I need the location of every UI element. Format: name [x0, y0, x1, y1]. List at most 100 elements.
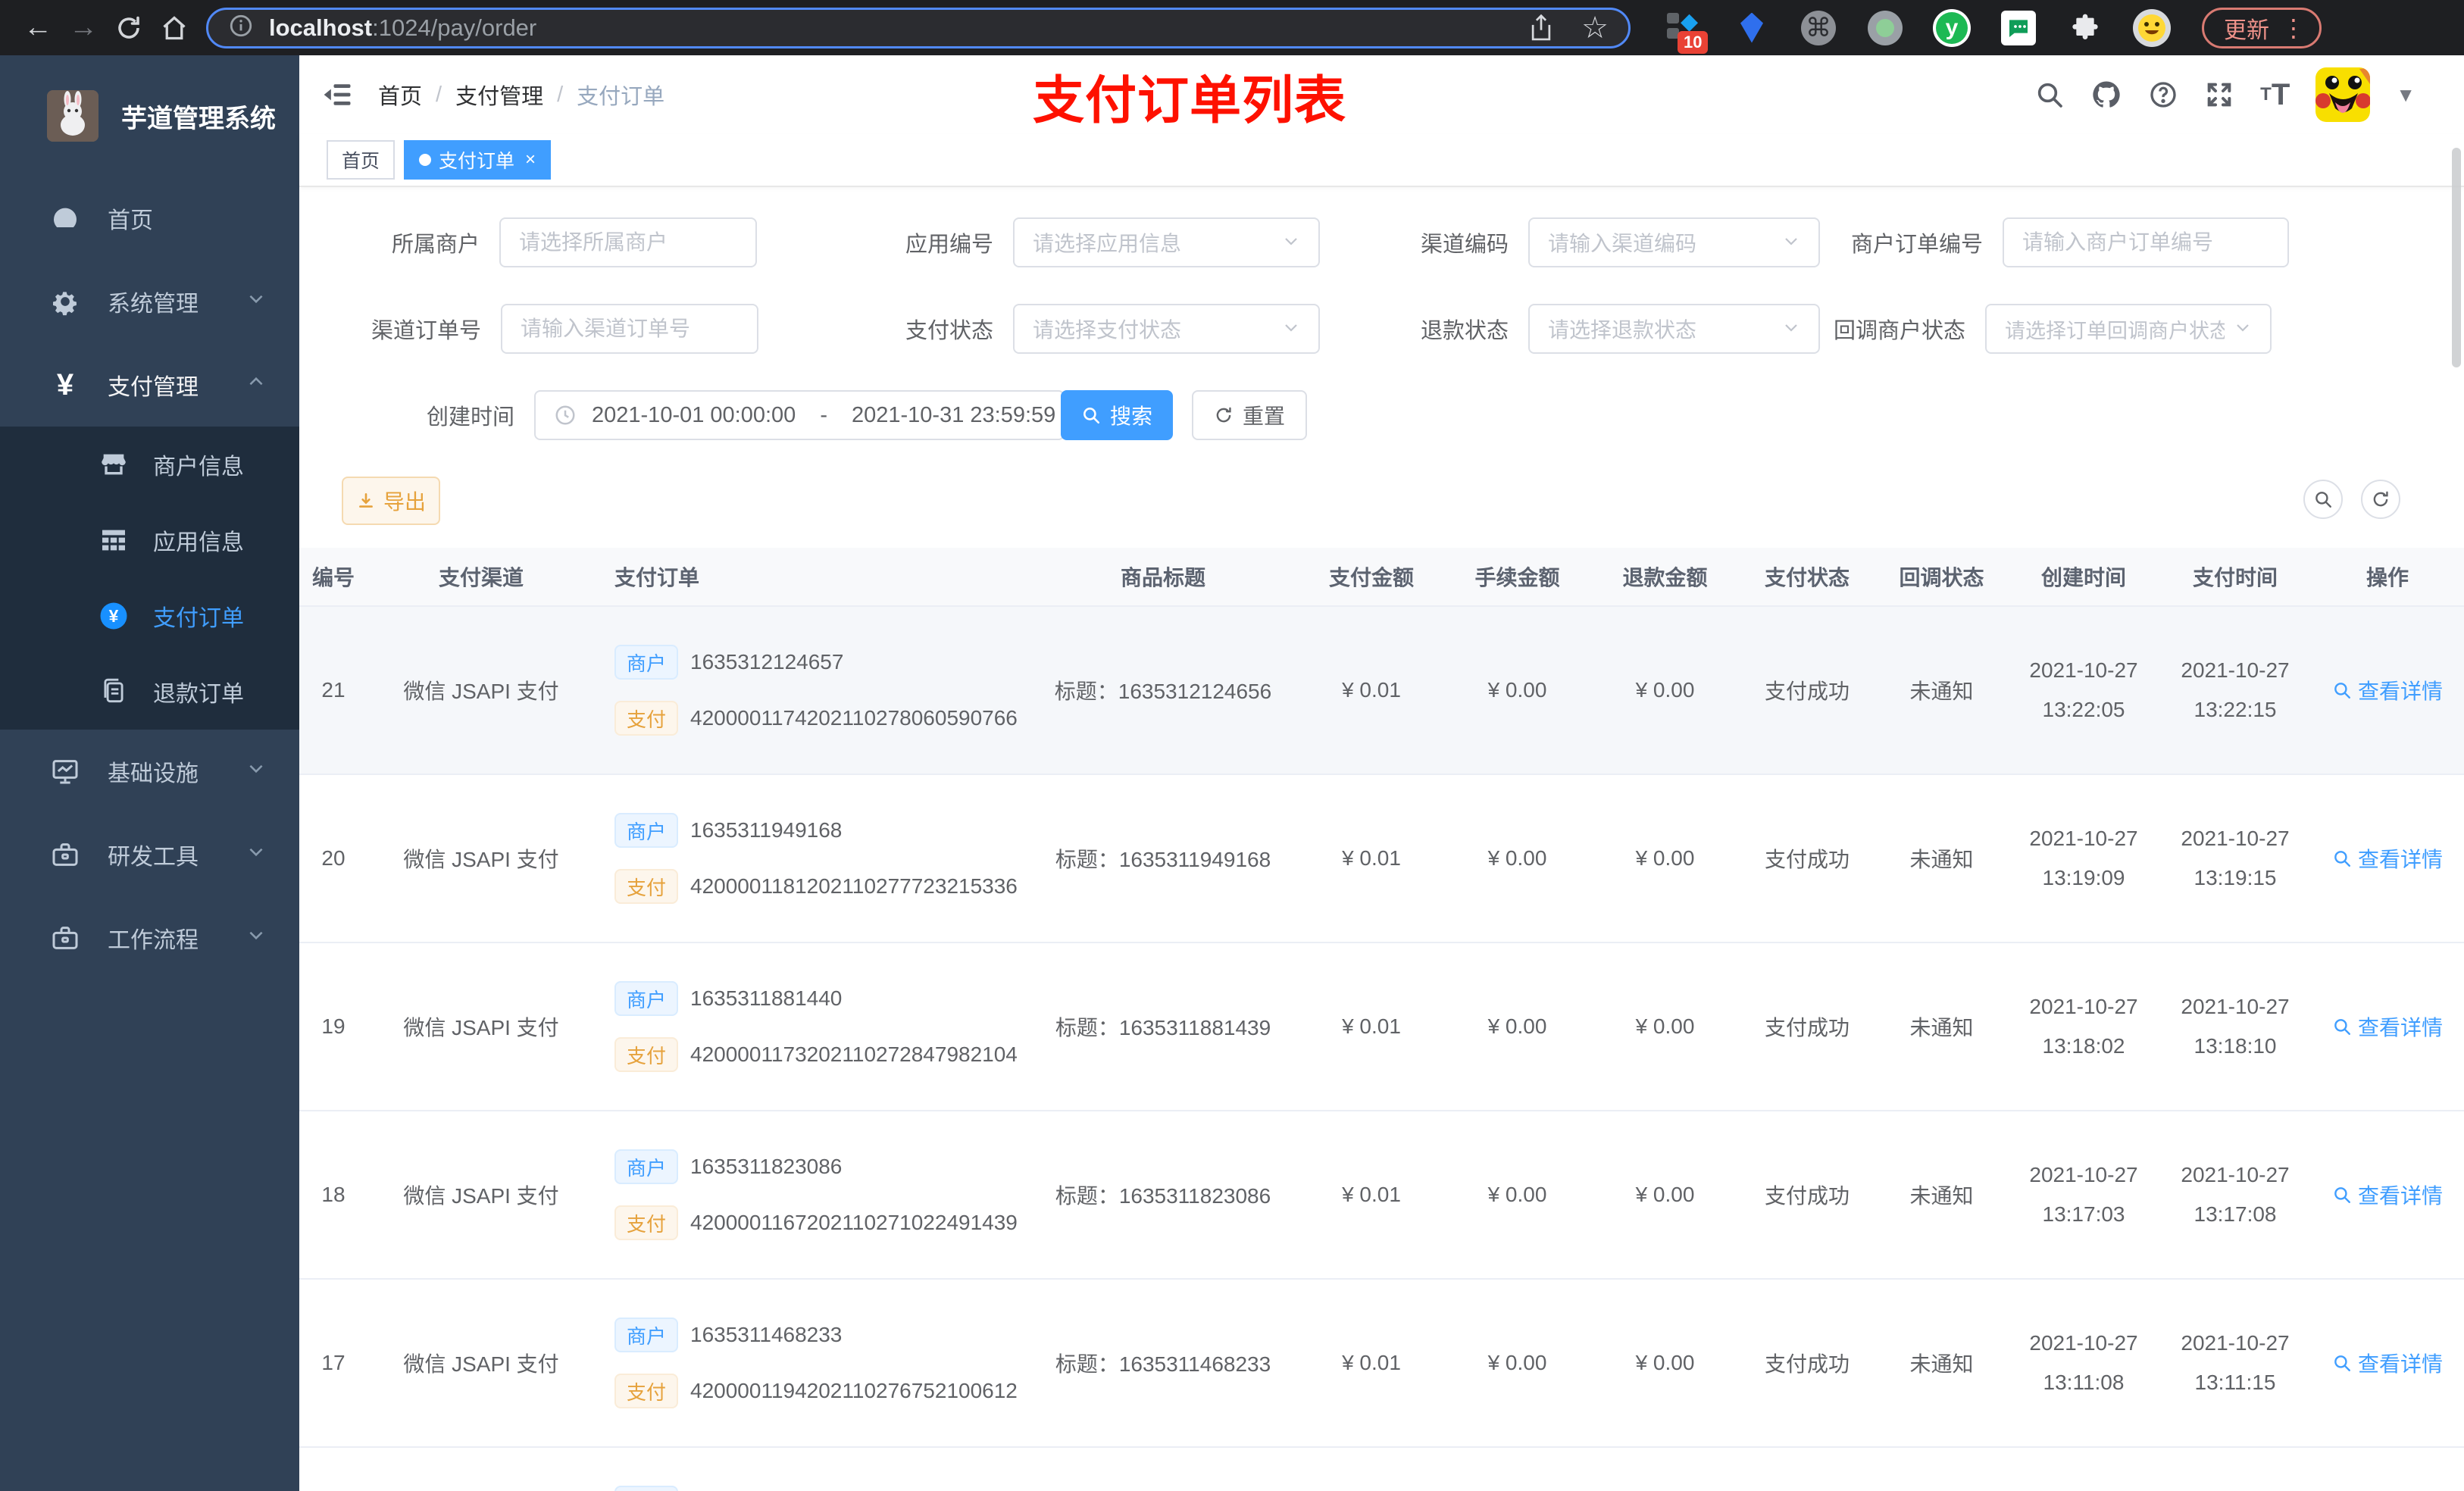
notify-status-select[interactable]: 请选择订单回调商户状态 — [1985, 304, 2272, 354]
cell-product-title: 标题：1635311468233 — [1055, 1352, 1271, 1376]
user-avatar[interactable] — [2315, 67, 2371, 122]
browser-update-button[interactable]: 更新 ⋮ — [2202, 7, 2322, 48]
refresh-table-button[interactable] — [2361, 480, 2400, 519]
pay-tag: 支付 — [614, 1205, 679, 1240]
scrollbar-thumb[interactable] — [2452, 148, 2461, 367]
sidebar-item-system[interactable]: 系统管理 — [0, 260, 299, 343]
gear-icon — [48, 286, 82, 317]
cell-order-id: 21 — [321, 678, 346, 702]
create-time-range-picker[interactable]: 2021-10-01 00:00:00 - 2021-10-31 23:59:5… — [534, 390, 1065, 440]
cell-refund-amount: ¥ 0.00 — [1635, 678, 1695, 702]
merchant-tag: 商户 — [614, 1318, 679, 1352]
merchant-order-no-input[interactable] — [2022, 230, 2270, 255]
cell-pay-amount: ¥ 0.01 — [1342, 1183, 1401, 1206]
cell-pay-status: 支付成功 — [1764, 1184, 1850, 1208]
browser-home-icon[interactable] — [152, 5, 197, 51]
extension-pin-icon[interactable] — [1732, 8, 1771, 48]
view-detail-link[interactable]: 查看详情 — [2332, 1348, 2443, 1378]
address-bar[interactable]: localhost:1024/pay/order ☆ — [206, 7, 1631, 48]
extension-y-icon[interactable]: y — [1932, 8, 1972, 48]
channel-code-select[interactable]: 请输入渠道编码 — [1528, 217, 1821, 267]
extension-diamond-icon[interactable]: ◆ 10 — [1665, 8, 1709, 54]
breadcrumb-home[interactable]: 首页 — [378, 79, 422, 111]
font-size-icon[interactable]: TT — [2260, 80, 2290, 110]
view-detail-link[interactable]: 查看详情 — [2332, 675, 2443, 705]
cell-pay-amount: ¥ 0.01 — [1342, 1014, 1401, 1038]
merchant-order-no-field[interactable] — [2003, 217, 2290, 267]
app-select[interactable]: 请选择应用信息 — [1013, 217, 1321, 267]
cell-pay-channel: 微信 JSAPI 支付 — [403, 1016, 559, 1039]
view-detail-link[interactable]: 查看详情 — [2332, 1011, 2443, 1042]
search-button[interactable]: 搜索 — [1061, 390, 1173, 440]
browser-menu-icon[interactable]: ⋮ — [2281, 14, 2306, 42]
cell-create-time: 2021-10-27 13:17:03 — [2029, 1163, 2138, 1226]
refund-status-select[interactable]: 请选择退款状态 — [1528, 304, 1821, 354]
chevron-up-icon — [246, 372, 266, 398]
browser-back-icon[interactable]: ← — [15, 5, 61, 51]
export-button[interactable]: 导出 — [342, 477, 440, 525]
cell-notify-status: 未通知 — [1909, 680, 1974, 703]
merchant-select[interactable] — [499, 217, 758, 267]
app-logo-row: 芋道管理系统 — [0, 55, 299, 177]
pay-status-select[interactable]: 请选择支付状态 — [1013, 304, 1321, 354]
cell-pay-amount: ¥ 0.01 — [1342, 1351, 1401, 1374]
sidebar-fold-icon[interactable] — [321, 77, 355, 112]
cell-actions: 查看详情 — [2311, 675, 2464, 705]
sidebar-item-infrastructure[interactable]: 基础设施 — [0, 730, 299, 813]
sidebar-item-pay-order[interactable]: ¥ 支付订单 — [0, 578, 299, 654]
profile-avatar[interactable] — [2132, 8, 2172, 48]
cell-order-id: 20 — [321, 846, 346, 870]
help-icon[interactable] — [2148, 80, 2178, 110]
extension-chat-icon[interactable] — [1999, 8, 2038, 48]
filter-label-create-time: 创建时间 — [427, 405, 515, 430]
cell-pay-order: 商户 1635312124657 支付 42000011742021102780… — [595, 624, 1027, 756]
channel-order-no-input[interactable] — [521, 317, 740, 341]
sidebar-item-payment[interactable]: ¥ 支付管理 — [0, 343, 299, 427]
github-icon[interactable] — [2090, 79, 2122, 111]
reset-button[interactable]: 重置 — [1192, 390, 1307, 440]
table-row: 18 微信 JSAPI 支付 商户 1635311823086 支付 42000… — [299, 1111, 2464, 1280]
cell-fee-amount: ¥ 0.00 — [1487, 846, 1547, 870]
sidebar-item-workflow[interactable]: 工作流程 — [0, 896, 299, 980]
main-area: 首页 / 支付管理 / 支付订单 支付订单列表 T T ▼ 首页 支付订单 × … — [299, 55, 2464, 1491]
share-icon[interactable] — [1528, 14, 1554, 42]
filter-label-merchant-order-no: 商户订单编号 — [1851, 233, 1984, 257]
tag-close-icon[interactable]: × — [525, 149, 536, 170]
breadcrumb-pay-mgmt[interactable]: 支付管理 — [455, 79, 543, 111]
browser-forward-icon[interactable]: → — [61, 5, 106, 51]
chevron-down-icon — [246, 842, 266, 867]
cell-create-time: 2021-10-27 13:22:05 — [2029, 658, 2138, 721]
tag-home[interactable]: 首页 — [327, 140, 396, 180]
tag-pay-order[interactable]: 支付订单 × — [404, 140, 552, 180]
sidebar-item-home[interactable]: 首页 — [0, 177, 299, 260]
user-menu-caret-icon[interactable]: ▼ — [2396, 83, 2416, 107]
filter-label-merchant: 所属商户 — [392, 233, 480, 257]
cell-pay-order: 商户 1635311468233 支付 42000011942021102767… — [595, 1297, 1027, 1429]
sidebar-item-app-info[interactable]: 应用信息 — [0, 502, 299, 578]
browser-reload-icon[interactable] — [106, 5, 152, 51]
navbar-actions: TT ▼ — [2034, 55, 2416, 134]
toggle-search-button[interactable] — [2303, 480, 2343, 519]
view-detail-link[interactable]: 查看详情 — [2332, 843, 2443, 874]
sidebar-item-dev-tools[interactable]: 研发工具 — [0, 813, 299, 896]
view-detail-link[interactable]: 查看详情 — [2332, 1180, 2443, 1210]
site-info-icon[interactable] — [228, 13, 254, 42]
search-icon[interactable] — [2034, 80, 2065, 110]
sidebar-item-refund-order[interactable]: 退款订单 — [0, 654, 299, 730]
cell-notify-status: 未通知 — [1909, 1352, 1974, 1376]
filter-label-channel-order-no: 渠道订单号 — [371, 319, 482, 343]
extensions-puzzle-icon[interactable] — [2065, 8, 2105, 48]
fullscreen-icon[interactable] — [2204, 80, 2234, 110]
bookmark-star-icon[interactable]: ☆ — [1581, 13, 1609, 43]
sidebar-item-merchant-info[interactable]: 商户信息 — [0, 427, 299, 502]
merchant-input[interactable] — [519, 230, 738, 255]
table-body: 21 微信 JSAPI 支付 商户 1635312124657 支付 42000… — [299, 607, 2464, 1491]
channel-order-no-field[interactable] — [501, 304, 759, 354]
extension-command-icon[interactable]: ⌘ — [1799, 8, 1838, 48]
cell-pay-status: 支付成功 — [1764, 848, 1850, 871]
active-tag-dot — [419, 154, 432, 166]
extension-record-icon[interactable] — [1865, 8, 1905, 48]
monitor-chart-icon — [48, 756, 82, 786]
filter-form: 所属商户 应用编号 请选择应用信息 渠道编码 请输入渠道编码 — [299, 207, 2464, 472]
dashboard-icon — [48, 203, 82, 233]
